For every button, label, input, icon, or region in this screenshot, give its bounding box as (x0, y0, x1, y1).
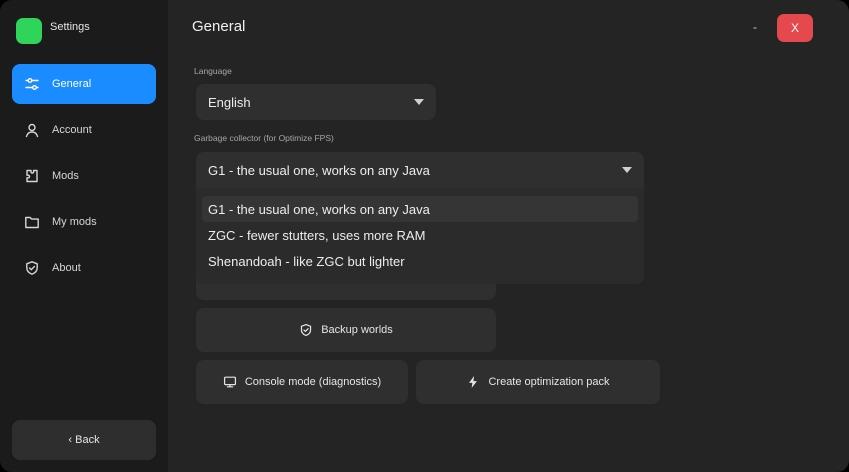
gc-label: Garbage collector (for Optimize FPS) (194, 133, 334, 143)
minimize-button[interactable]: - (748, 16, 762, 38)
page-title: General (192, 18, 246, 35)
gc-option-shenandoah[interactable]: Shenandoah - like ZGC but lighter (202, 248, 638, 274)
monitor-icon (223, 375, 237, 389)
console-mode-label: Console mode (diagnostics) (244, 376, 382, 388)
sidebar-item-label: Mods (52, 170, 79, 182)
sidebar-item-label: About (52, 262, 81, 274)
sidebar: Settings General Account Mods My mods Ab… (0, 0, 168, 472)
app-logo (16, 18, 42, 44)
sidebar-item-label: General (52, 78, 92, 90)
user-icon (24, 122, 40, 138)
chevron-down-icon (622, 167, 632, 173)
lightning-icon (466, 375, 480, 389)
gc-dropdown-menu: G1 - the usual one, works on any Java ZG… (196, 188, 644, 284)
app-header: Settings (16, 18, 90, 44)
sidebar-item-my-mods[interactable]: My mods (12, 202, 156, 242)
language-select[interactable]: English (196, 84, 436, 120)
sidebar-item-label: My mods (52, 216, 97, 228)
gc-option-zgc[interactable]: ZGC - fewer stutters, uses more RAM (202, 222, 638, 248)
create-optimization-pack-button[interactable]: Create optimization pack (416, 360, 660, 404)
app-title: Settings (50, 21, 90, 33)
sidebar-item-about[interactable]: About (12, 248, 156, 288)
shield-check-icon (299, 323, 313, 337)
backup-worlds-label: Backup worlds (321, 324, 393, 336)
language-label: Language (194, 66, 232, 76)
settings-window: Settings General Account Mods My mods Ab… (0, 0, 849, 472)
language-value: English (208, 94, 251, 110)
puzzle-icon (24, 168, 40, 184)
sidebar-item-mods[interactable]: Mods (12, 156, 156, 196)
folder-icon (24, 214, 40, 230)
gc-select[interactable]: G1 - the usual one, works on any Java (196, 152, 644, 188)
back-button[interactable]: ‹ Back (12, 420, 156, 460)
gc-option-g1[interactable]: G1 - the usual one, works on any Java (202, 196, 638, 222)
sidebar-item-general[interactable]: General (12, 64, 156, 104)
shield-check-icon (24, 260, 40, 276)
console-mode-button[interactable]: Console mode (diagnostics) (196, 360, 408, 404)
close-button[interactable]: X (777, 14, 813, 42)
backup-worlds-button[interactable]: Backup worlds (196, 308, 496, 352)
sliders-icon (24, 76, 40, 92)
sidebar-item-label: Account (52, 124, 92, 136)
create-optimization-pack-label: Create optimization pack (488, 376, 610, 388)
chevron-down-icon (414, 99, 424, 105)
sidebar-item-account[interactable]: Account (12, 110, 156, 150)
gc-value: G1 - the usual one, works on any Java (208, 162, 430, 178)
